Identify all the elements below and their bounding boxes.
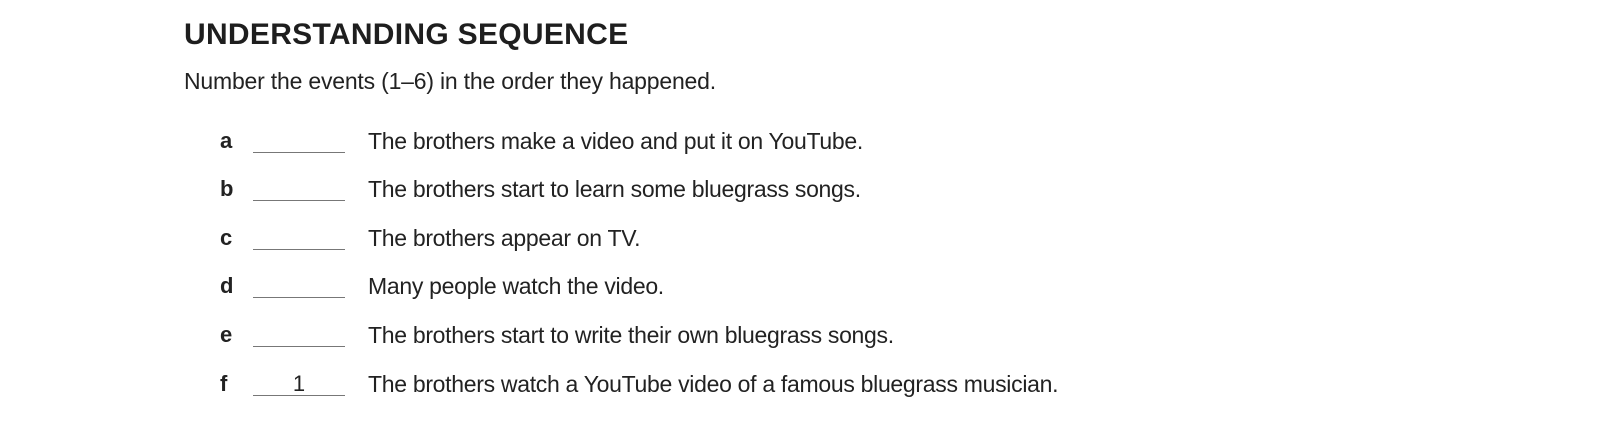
- sequence-item: c The brothers appear on TV.: [0, 225, 1615, 255]
- sequence-item: b The brothers start to learn some blueg…: [0, 176, 1615, 206]
- item-text: The brothers watch a YouTube video of a …: [368, 371, 1059, 397]
- item-letter: f: [220, 371, 228, 396]
- item-text: The brothers start to write their own bl…: [368, 322, 894, 348]
- item-text: The brothers appear on TV.: [368, 225, 641, 251]
- answer-blank[interactable]: [253, 225, 345, 250]
- item-letter: a: [220, 128, 233, 153]
- item-letter: d: [220, 273, 234, 298]
- answer-blank[interactable]: [253, 176, 345, 201]
- item-text: The brothers make a video and put it on …: [368, 128, 863, 154]
- instructions: Number the events (1–6) in the order the…: [184, 68, 716, 94]
- answer-blank[interactable]: [253, 322, 345, 347]
- item-letter: c: [220, 225, 233, 250]
- sequence-item: a The brothers make a video and put it o…: [0, 128, 1615, 158]
- item-text: The brothers start to learn some bluegra…: [368, 176, 861, 202]
- answer-blank[interactable]: 1: [253, 371, 345, 396]
- sequence-item: d Many people watch the video.: [0, 273, 1615, 303]
- item-letter: b: [220, 176, 234, 201]
- answer-blank[interactable]: [253, 128, 345, 153]
- item-letter: e: [220, 322, 233, 347]
- item-text: Many people watch the video.: [368, 273, 664, 299]
- section-title: UNDERSTANDING SEQUENCE: [184, 18, 629, 51]
- sequence-item: f 1 The brothers watch a YouTube video o…: [0, 371, 1615, 401]
- answer-blank[interactable]: [253, 273, 345, 298]
- sequence-item: e The brothers start to write their own …: [0, 322, 1615, 352]
